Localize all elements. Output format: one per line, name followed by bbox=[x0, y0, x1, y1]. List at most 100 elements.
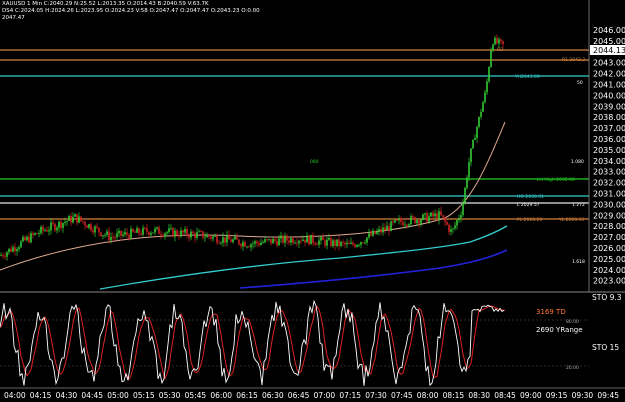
candle-body bbox=[118, 230, 120, 234]
candle-body bbox=[250, 244, 252, 248]
candle-body bbox=[338, 239, 340, 246]
candle-body bbox=[262, 242, 264, 244]
candle-body bbox=[156, 227, 158, 229]
candle-body bbox=[272, 238, 274, 244]
candle-body bbox=[240, 244, 242, 247]
candle-body bbox=[428, 216, 430, 222]
time-tick-label: 07:15 bbox=[339, 391, 361, 400]
fib-50-label: 50 bbox=[577, 80, 583, 86]
candle-body bbox=[224, 237, 226, 243]
candle-body bbox=[50, 222, 52, 231]
r1-annotation: R1 2043.2 bbox=[562, 57, 585, 63]
candle-body bbox=[350, 242, 352, 244]
candle-body bbox=[136, 228, 138, 233]
candle-body bbox=[226, 234, 228, 243]
trading-chart[interactable]: 2046.00 2045.00 2043.00 2042.00 2041.002040.… bbox=[0, 0, 625, 402]
candle-body bbox=[222, 237, 224, 243]
candle-body bbox=[414, 217, 416, 224]
candle-body bbox=[454, 225, 456, 229]
candle-body bbox=[406, 224, 408, 226]
osc-20-label: 20.00 bbox=[566, 365, 579, 371]
fib-1080-label: 1.080 bbox=[571, 159, 584, 165]
candle-body bbox=[188, 235, 190, 238]
candle-body bbox=[498, 39, 500, 44]
candle-body bbox=[98, 227, 100, 233]
candle-body bbox=[394, 220, 396, 223]
candle-body bbox=[146, 228, 148, 232]
candle-body bbox=[288, 240, 290, 243]
symbol-header: XAUUSD 1 Min C:2040.29 N:25.52 L:2013.35… bbox=[2, 1, 209, 7]
candle-body bbox=[244, 242, 246, 247]
candle-body bbox=[432, 212, 434, 217]
candle-body bbox=[8, 248, 10, 253]
candle-body bbox=[396, 220, 398, 221]
candle-body bbox=[346, 242, 348, 245]
candle-body bbox=[314, 242, 316, 245]
time-tick-label: 06:00 bbox=[210, 391, 232, 400]
candle-body bbox=[462, 202, 464, 216]
candle-body bbox=[62, 222, 64, 228]
candle-body bbox=[22, 237, 24, 242]
candle-body bbox=[52, 222, 54, 224]
candle-body bbox=[384, 227, 386, 231]
candle-body bbox=[278, 238, 280, 246]
price-tick-label: 2027.00 bbox=[593, 233, 625, 242]
td-label: 3169 TD bbox=[536, 308, 566, 316]
candle-body bbox=[92, 230, 94, 233]
candle-body bbox=[112, 236, 114, 238]
candle-body bbox=[378, 229, 380, 232]
candle-body bbox=[490, 50, 492, 68]
candle-body bbox=[102, 235, 104, 237]
price-tick-label: 2031.00 bbox=[593, 190, 625, 199]
candle-body bbox=[356, 244, 358, 247]
candle-body bbox=[100, 232, 102, 237]
time-tick-label: 05:00 bbox=[107, 391, 129, 400]
candle-body bbox=[130, 228, 132, 239]
candle-body bbox=[68, 216, 70, 222]
candle-body bbox=[446, 221, 448, 225]
price-tick-label: 2039.00 bbox=[593, 102, 625, 111]
candle-body bbox=[464, 187, 466, 203]
candle-body bbox=[412, 216, 414, 218]
candle-body bbox=[152, 232, 154, 234]
time-tick-label: 04:45 bbox=[81, 391, 103, 400]
time-tick-label: 09:30 bbox=[572, 391, 594, 400]
candle-body bbox=[132, 228, 134, 232]
candle-body bbox=[164, 233, 166, 237]
candle-body bbox=[104, 234, 106, 236]
candle-body bbox=[460, 215, 462, 218]
candle-body bbox=[56, 227, 58, 231]
candle-body bbox=[114, 237, 116, 238]
candle-body bbox=[276, 240, 278, 246]
candle-body bbox=[154, 228, 156, 233]
pl-annotation: PL 2028.28 bbox=[517, 217, 542, 223]
r2-annotation: R2 bbox=[497, 47, 503, 53]
candle-body bbox=[190, 231, 192, 238]
candle-body bbox=[94, 226, 96, 233]
candle-body bbox=[192, 231, 194, 234]
candle-body bbox=[286, 235, 288, 241]
candle-body bbox=[468, 162, 470, 178]
candle-body bbox=[282, 235, 284, 243]
candle-body bbox=[78, 216, 80, 223]
candle-body bbox=[312, 234, 314, 243]
candle-body bbox=[466, 177, 468, 188]
candle-body bbox=[242, 242, 244, 247]
price-tick-label: 2036.00 bbox=[593, 135, 625, 144]
candle-body bbox=[488, 67, 490, 82]
candle-body bbox=[332, 240, 334, 247]
candle-body bbox=[30, 233, 32, 243]
candle-body bbox=[366, 237, 368, 243]
candle-body bbox=[438, 211, 440, 220]
candle-body bbox=[480, 111, 482, 117]
candle-body bbox=[200, 231, 202, 233]
candle-body bbox=[270, 239, 272, 244]
candle-body bbox=[308, 235, 310, 245]
candle-body bbox=[124, 232, 126, 235]
candle-body bbox=[266, 239, 268, 241]
candle-body bbox=[458, 217, 460, 221]
candle-body bbox=[202, 231, 204, 238]
candle-body bbox=[160, 234, 162, 236]
price-tick-label: 2023.00 bbox=[593, 277, 625, 286]
candle-body bbox=[162, 235, 164, 237]
